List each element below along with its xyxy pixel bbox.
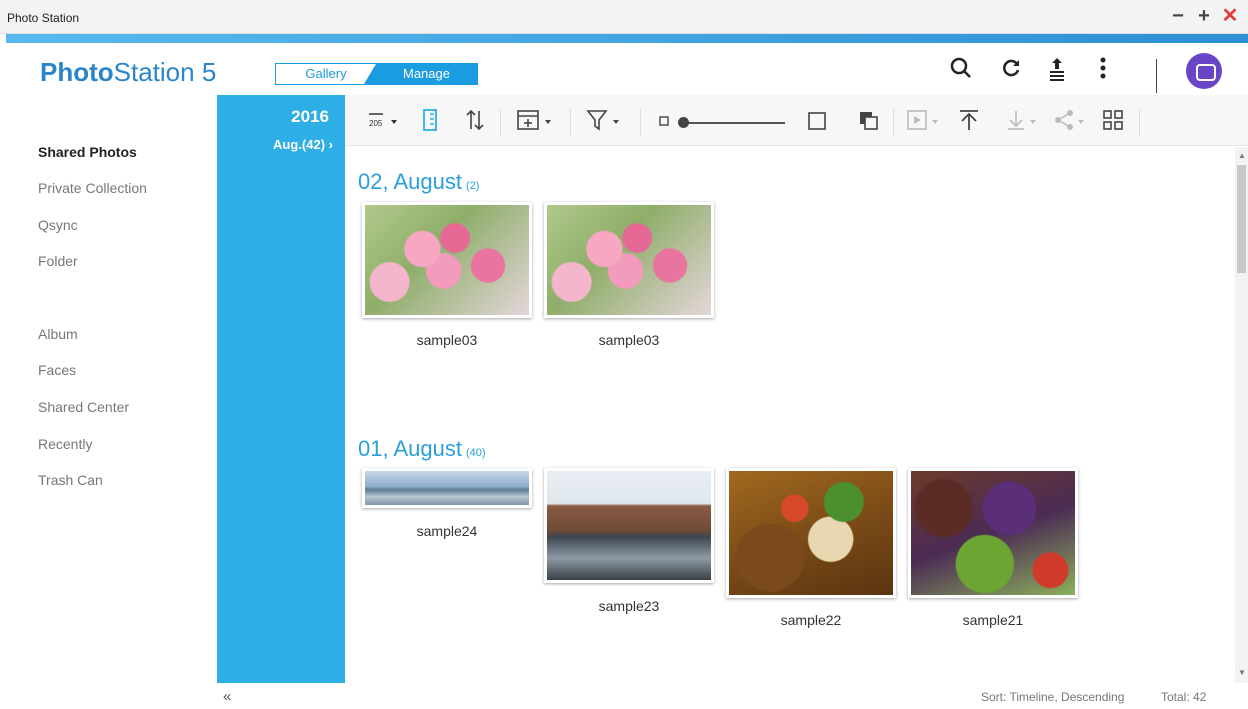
scroll-down-icon[interactable]: ▼ (1238, 668, 1246, 677)
window-title: Photo Station (7, 11, 80, 25)
accent-bar (6, 34, 1248, 43)
section-count: (2) (465, 180, 480, 192)
content-scrollbar[interactable]: ▲ ▼ (1235, 147, 1248, 683)
photo-image (729, 471, 893, 595)
upload-icon[interactable] (1044, 55, 1070, 81)
user-avatar[interactable] (1186, 53, 1222, 89)
scroll-thumb[interactable] (1237, 165, 1246, 273)
filter-icon[interactable] (585, 108, 625, 137)
photo-thumbnail[interactable] (908, 468, 1078, 598)
sidebar-item-folder[interactable]: Folder (38, 253, 78, 269)
date-sort-icon[interactable]: 205 (367, 108, 401, 137)
sidebar-item-trash-can[interactable]: Trash Can (38, 472, 103, 488)
zoom-slider-track[interactable] (680, 122, 785, 124)
section-title: 01, August (40) (358, 436, 486, 462)
list-view-icon[interactable] (421, 108, 441, 137)
header-divider (1156, 59, 1157, 93)
svg-text:205: 205 (369, 119, 383, 128)
app-logo: PhotoStation 5 (40, 57, 216, 88)
photo-grid: 02, August (2) sample03 sample03 01, Augu… (345, 147, 1235, 683)
search-icon[interactable] (948, 55, 974, 81)
upload-top-icon[interactable] (957, 108, 981, 137)
sidebar-item-faces[interactable]: Faces (38, 362, 76, 378)
photo-caption: sample03 (416, 332, 478, 348)
mode-switch: Gallery Manage (275, 63, 478, 85)
sidebar-item-shared-photos[interactable]: Shared Photos (38, 144, 137, 160)
photo-thumbnail[interactable] (544, 202, 714, 318)
timeline-panel: 2016 Aug.(42) › (217, 95, 345, 684)
photo-caption: sample21 (962, 612, 1024, 628)
toolbar: 205 (345, 95, 1248, 146)
photo-caption: sample24 (416, 523, 478, 539)
header-actions (948, 53, 1248, 93)
maximize-button[interactable]: + (1194, 6, 1214, 26)
collapse-sidebar-button[interactable]: « (223, 688, 231, 705)
sidebar-item-private-collection[interactable]: Private Collection (38, 180, 147, 196)
toolbar-divider (1139, 109, 1140, 137)
photo-thumbnail[interactable] (544, 468, 714, 583)
section-date: 02, August (358, 169, 462, 194)
window-titlebar: Photo Station − + ✕ (0, 0, 1248, 34)
minimize-button[interactable]: − (1168, 6, 1188, 26)
share-icon[interactable] (1053, 108, 1093, 137)
copy-icon[interactable] (857, 108, 881, 137)
photo-thumbnail[interactable] (726, 468, 896, 598)
logo-rest: Station 5 (113, 57, 217, 87)
sidebar-item-recently[interactable]: Recently (38, 436, 92, 452)
refresh-icon[interactable] (998, 55, 1024, 81)
sort-status: Sort: Timeline, Descending (981, 690, 1125, 704)
section-date: 01, August (358, 436, 462, 461)
sort-order-icon[interactable] (463, 108, 487, 137)
photo-image (365, 205, 529, 315)
photo-caption: sample22 (780, 612, 842, 628)
download-icon[interactable] (1005, 108, 1045, 137)
toolbar-divider (893, 109, 894, 137)
photo-caption: sample23 (598, 598, 660, 614)
photo-image (547, 205, 711, 315)
qr-icon[interactable] (1101, 108, 1125, 137)
photo-image (365, 471, 529, 505)
large-size-icon[interactable] (807, 108, 827, 137)
section-title: 02, August (2) (358, 169, 479, 195)
photo-image (547, 471, 711, 580)
toolbar-divider (500, 109, 501, 137)
window-controls: − + ✕ (1168, 6, 1240, 26)
app-header: PhotoStation 5 Gallery Manage (0, 43, 1248, 99)
small-size-icon[interactable] (658, 108, 672, 137)
sidebar: Shared Photos Private Collection Qsync F… (0, 99, 217, 683)
toolbar-divider (640, 109, 641, 137)
sidebar-item-qsync[interactable]: Qsync (38, 217, 78, 233)
gallery-tab[interactable]: Gallery (276, 64, 376, 84)
add-album-icon[interactable] (515, 108, 557, 137)
photo-image (911, 471, 1075, 595)
toolbar-divider (570, 109, 571, 137)
more-icon[interactable] (1090, 55, 1116, 81)
status-bar: « Sort: Timeline, Descending Total: 42 (217, 683, 1248, 709)
section-count: (40) (465, 447, 486, 459)
photo-thumbnail[interactable] (362, 468, 532, 508)
photo-caption: sample03 (598, 332, 660, 348)
close-button[interactable]: ✕ (1220, 6, 1240, 26)
sidebar-item-album[interactable]: Album (38, 326, 78, 342)
timeline-year[interactable]: 2016 (291, 107, 329, 127)
scroll-up-icon[interactable]: ▲ (1238, 151, 1246, 160)
slideshow-icon[interactable] (905, 108, 945, 137)
zoom-slider-knob[interactable] (678, 117, 689, 128)
manage-tab[interactable]: Manage (364, 64, 477, 84)
photo-thumbnail[interactable] (362, 202, 532, 318)
timeline-month[interactable]: Aug.(42) › (273, 137, 333, 152)
logo-bold: Photo (40, 57, 114, 87)
sidebar-item-shared-center[interactable]: Shared Center (38, 399, 129, 415)
total-count: Total: 42 (1161, 690, 1207, 704)
